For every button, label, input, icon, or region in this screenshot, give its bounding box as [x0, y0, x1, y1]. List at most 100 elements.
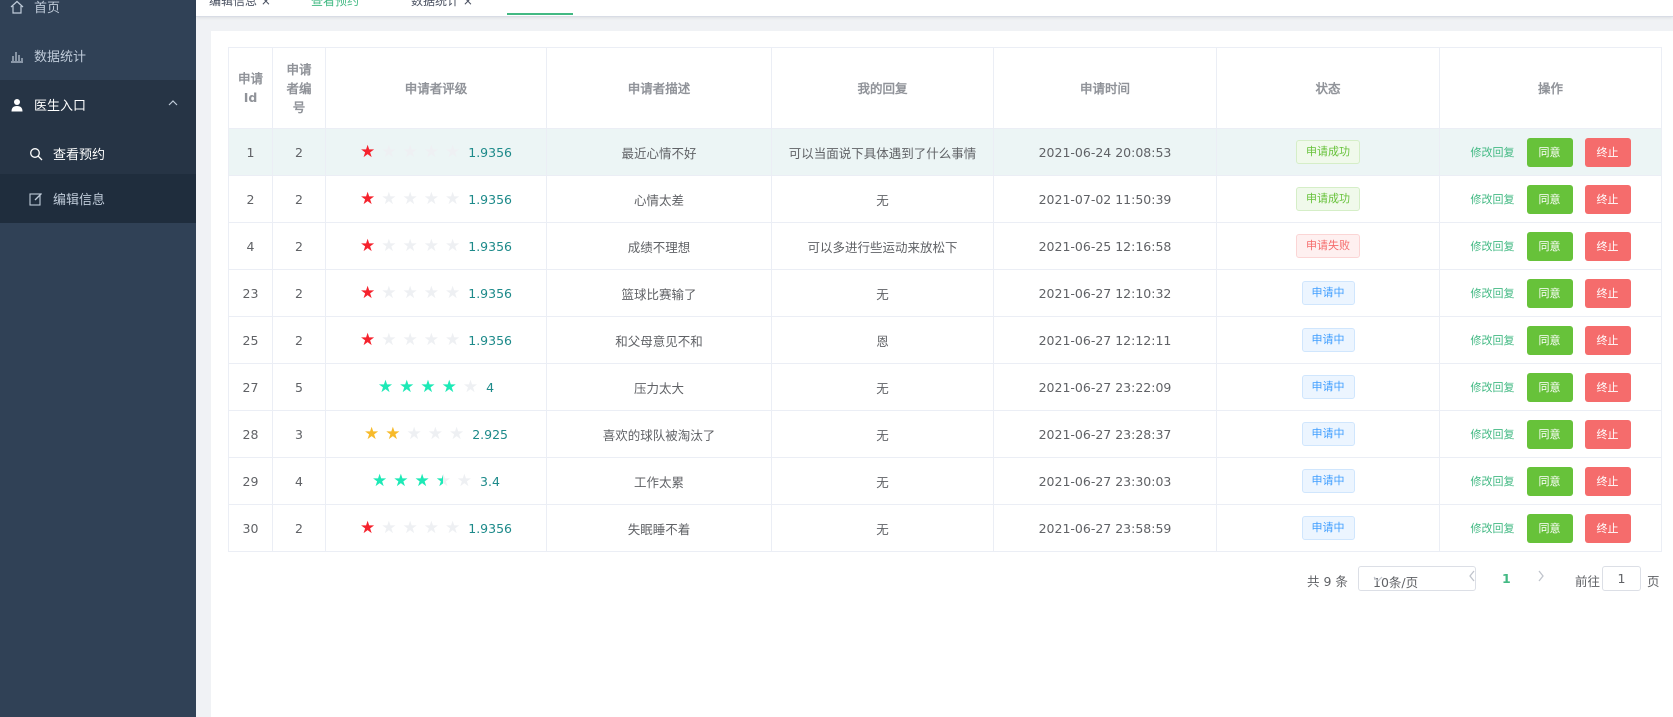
star-filled-icon[interactable]: ★ [385, 425, 400, 443]
star-empty-icon[interactable]: ★ [403, 237, 418, 255]
agree-button[interactable]: 同意 [1526, 513, 1573, 543]
rating-stars[interactable]: ★★★★★★ [372, 472, 472, 490]
star-empty-icon[interactable]: ★ [424, 237, 439, 255]
star-empty-icon[interactable]: ★ [381, 284, 396, 302]
star-empty-icon[interactable]: ★ [445, 519, 460, 537]
edit-reply-button[interactable]: 修改回复 [1471, 144, 1515, 160]
rating-stars[interactable]: ★ ★ ★ ★ ★ [378, 378, 478, 396]
star-empty-icon[interactable]: ★ [445, 331, 460, 349]
edit-reply-button[interactable]: 修改回复 [1471, 426, 1515, 442]
edit-reply-button[interactable]: 修改回复 [1471, 191, 1515, 207]
star-filled-icon[interactable]: ★ [360, 190, 375, 208]
rating-stars[interactable]: ★ ★ ★ ★ ★ [360, 331, 460, 349]
star-empty-icon[interactable]: ★ [445, 237, 460, 255]
star-empty-icon[interactable]: ★ [445, 190, 460, 208]
star-filled-icon[interactable]: ★ [420, 378, 435, 396]
cell-applicant-no: 3 [272, 410, 326, 458]
star-empty-icon[interactable]: ★ [403, 190, 418, 208]
sidebar-item-doctor-portal[interactable]: 医生入口 [0, 80, 196, 129]
next-page-button[interactable] [1536, 569, 1546, 586]
star-filled-icon[interactable]: ★ [415, 472, 430, 490]
terminate-button[interactable]: 终止 [1584, 184, 1631, 214]
star-filled-icon[interactable]: ★ [393, 472, 408, 490]
tags-view-bar: 编辑信息 × 查看预约 数据统计 × [196, 0, 1673, 17]
agree-button[interactable]: 同意 [1526, 466, 1573, 496]
edit-reply-button[interactable]: 修改回复 [1471, 473, 1515, 489]
terminate-button[interactable]: 终止 [1584, 137, 1631, 167]
rating-stars[interactable]: ★ ★ ★ ★ ★ [360, 143, 460, 161]
sidebar-item-view-appointments[interactable]: 查看预约 [0, 129, 196, 178]
tag-edit-info[interactable]: 编辑信息 × [209, 0, 271, 9]
star-filled-icon[interactable]: ★ [378, 378, 393, 396]
star-filled-icon[interactable]: ★ [399, 378, 414, 396]
star-empty-icon[interactable]: ★ [406, 425, 421, 443]
edit-reply-button[interactable]: 修改回复 [1471, 520, 1515, 536]
page-size-select[interactable]: 10条/页 [1358, 566, 1476, 591]
sidebar-item-label: 医生入口 [34, 99, 87, 114]
agree-button[interactable]: 同意 [1526, 372, 1573, 402]
goto-page-input[interactable] [1602, 566, 1641, 591]
star-empty-icon[interactable]: ★ [424, 331, 439, 349]
agree-button[interactable]: 同意 [1526, 137, 1573, 167]
star-filled-icon[interactable]: ★ [442, 378, 457, 396]
agree-button[interactable]: 同意 [1526, 278, 1573, 308]
star-filled-icon[interactable]: ★ [360, 284, 375, 302]
sidebar-item-home[interactable]: 首页 [0, 0, 196, 31]
agree-button[interactable]: 同意 [1526, 419, 1573, 449]
rating-stars[interactable]: ★ ★ ★ ★ ★ [364, 425, 464, 443]
rating-stars[interactable]: ★ ★ ★ ★ ★ [360, 519, 460, 537]
terminate-button[interactable]: 终止 [1584, 325, 1631, 355]
terminate-button[interactable]: 终止 [1584, 513, 1631, 543]
star-half-icon[interactable]: ★★ [436, 472, 451, 490]
agree-button[interactable]: 同意 [1526, 325, 1573, 355]
star-empty-icon[interactable]: ★ [428, 425, 443, 443]
star-empty-icon[interactable]: ★ [403, 284, 418, 302]
star-empty-icon[interactable]: ★ [381, 519, 396, 537]
terminate-button[interactable]: 终止 [1584, 466, 1631, 496]
rating-stars[interactable]: ★ ★ ★ ★ ★ [360, 237, 460, 255]
star-empty-icon[interactable]: ★ [445, 143, 460, 161]
agree-button[interactable]: 同意 [1526, 231, 1573, 261]
star-empty-icon[interactable]: ★ [424, 519, 439, 537]
page-number[interactable]: 1 [1502, 571, 1511, 586]
edit-reply-button[interactable]: 修改回复 [1471, 285, 1515, 301]
star-filled-icon[interactable]: ★ [360, 143, 375, 161]
star-empty-icon[interactable]: ★ [403, 519, 418, 537]
star-empty-icon[interactable]: ★ [424, 284, 439, 302]
prev-page-button[interactable] [1467, 569, 1477, 586]
star-filled-icon[interactable]: ★ [360, 331, 375, 349]
status-badge: 申请中 [1301, 516, 1355, 540]
star-empty-icon[interactable]: ★ [403, 143, 418, 161]
star-filled-icon[interactable]: ★ [360, 237, 375, 255]
star-empty-icon[interactable]: ★ [424, 143, 439, 161]
star-filled-icon[interactable]: ★ [372, 472, 387, 490]
star-empty-icon[interactable]: ★ [457, 472, 472, 490]
star-empty-icon[interactable]: ★ [381, 143, 396, 161]
star-filled-icon[interactable]: ★ [360, 519, 375, 537]
star-empty-icon[interactable]: ★ [445, 284, 460, 302]
star-empty-icon[interactable]: ★ [424, 190, 439, 208]
edit-reply-button[interactable]: 修改回复 [1471, 238, 1515, 254]
star-filled-icon[interactable]: ★ [364, 425, 379, 443]
rating-stars[interactable]: ★ ★ ★ ★ ★ [360, 284, 460, 302]
terminate-button[interactable]: 终止 [1584, 278, 1631, 308]
star-empty-icon[interactable]: ★ [463, 378, 478, 396]
terminate-button[interactable]: 终止 [1584, 372, 1631, 402]
rating-stars[interactable]: ★ ★ ★ ★ ★ [360, 190, 460, 208]
star-empty-icon[interactable]: ★ [381, 237, 396, 255]
terminate-button[interactable]: 终止 [1584, 419, 1631, 449]
star-empty-icon[interactable]: ★ [381, 190, 396, 208]
header-actions: 操作 [1439, 47, 1662, 129]
star-empty-icon[interactable]: ★ [449, 425, 464, 443]
terminate-button[interactable]: 终止 [1584, 231, 1631, 261]
agree-button[interactable]: 同意 [1526, 184, 1573, 214]
edit-reply-button[interactable]: 修改回复 [1471, 332, 1515, 348]
star-empty-icon[interactable]: ★ [403, 331, 418, 349]
tag-statistics[interactable]: 数据统计 × [411, 0, 473, 9]
star-empty-icon[interactable]: ★ [381, 331, 396, 349]
sidebar-item-statistics[interactable]: 数据统计 [0, 31, 196, 80]
sidebar-item-edit-info[interactable]: 编辑信息 [0, 174, 196, 223]
cell-reply: 无 [771, 175, 994, 223]
tag-view-appointments[interactable]: 查看预约 [311, 0, 359, 9]
edit-reply-button[interactable]: 修改回复 [1471, 379, 1515, 395]
